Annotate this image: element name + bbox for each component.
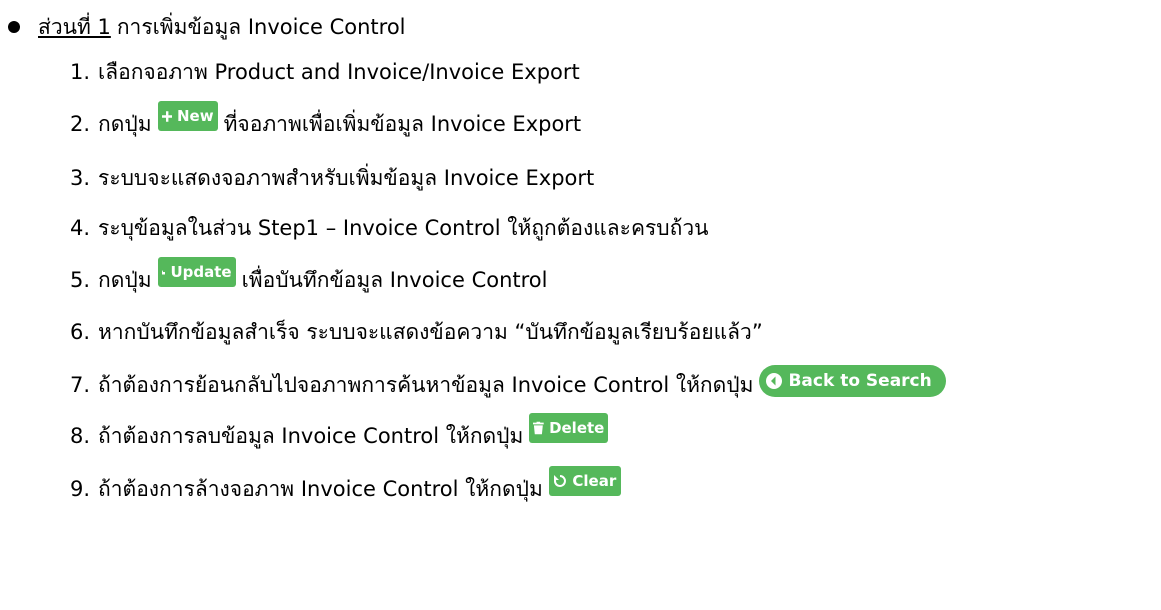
step-text: ถ้าต้องการล้างจอภาพ Invoice Control ให้ก… (98, 477, 543, 501)
step-8: 8. ถ้าต้องการลบข้อมูล Invoice Control ให… (70, 413, 614, 451)
step-text: ระบุข้อมูลในส่วน Step1 – Invoice Control… (98, 216, 709, 240)
delete-button[interactable]: Delete (529, 413, 609, 443)
bullet-icon (8, 21, 20, 33)
step-number: 5. (70, 268, 91, 292)
step-7: 7. ถ้าต้องการย้อนกลับไปจอภาพการค้นหาข้อม… (70, 365, 952, 401)
step-text: เลือกจอภาพ Product and Invoice/Invoice E… (98, 60, 580, 84)
step-number: 6. (70, 320, 91, 344)
clear-button[interactable]: Clear (548, 466, 621, 496)
step-number: 7. (70, 373, 91, 397)
back-to-search-button[interactable]: Back to Search (759, 365, 946, 397)
back-to-search-button-label: Back to Search (788, 371, 932, 391)
step-4: 4. ระบุข้อมูลในส่วน Step1 – Invoice Cont… (70, 213, 708, 243)
delete-button-label: Delete (549, 419, 605, 437)
step-5: 5. กดปุ่ม Update เพื่อบันทึกข้อมูล Invoi… (70, 257, 548, 295)
step-3: 3. ระบบจะแสดงจอภาพสำหรับเพิ่มข้อมูล Invo… (70, 163, 594, 193)
step-number: 8. (70, 424, 91, 448)
step-text: ระบบจะแสดงจอภาพสำหรับเพิ่มข้อมูล Invoice… (98, 166, 595, 190)
new-button[interactable]: New (157, 101, 218, 131)
step-text: หากบันทึกข้อมูลสำเร็จ ระบบจะแสดงข้อความ … (98, 320, 763, 344)
save-icon (161, 270, 166, 274)
circle-left-arrow-icon (766, 373, 783, 389)
step-text-after: เพื่อบันทึกข้อมูล Invoice Control (241, 268, 548, 292)
section-title: การเพิ่มข้อมูล Invoice Control (116, 15, 406, 39)
step-text-after: ที่จอภาพเพื่อเพิ่มข้อมูล Invoice Export (223, 112, 582, 136)
step-6: 6. หากบันทึกข้อมูลสำเร็จ ระบบจะแสดงข้อคว… (70, 317, 763, 347)
step-number: 1. (70, 60, 91, 84)
step-number: 3. (70, 166, 91, 190)
update-button[interactable]: Update (157, 257, 236, 287)
step-number: 9. (70, 477, 91, 501)
step-text: ถ้าต้องการลบข้อมูล Invoice Control ให้กด… (98, 424, 524, 448)
trash-icon (533, 421, 545, 435)
step-9: 9. ถ้าต้องการล้างจอภาพ Invoice Control ใ… (70, 466, 627, 504)
step-text: กดปุ่ม (98, 268, 152, 292)
plus-icon (161, 110, 172, 122)
update-button-label: Update (170, 263, 232, 281)
step-number: 4. (70, 216, 91, 240)
section-header: ส่วนที่ 1 การเพิ่มข้อมูล Invoice Control (8, 12, 406, 42)
clear-button-label: Clear (572, 472, 617, 490)
step-number: 2. (70, 112, 91, 136)
refresh-icon (554, 475, 567, 487)
step-text: กดปุ่ม (98, 112, 152, 136)
step-text: ถ้าต้องการย้อนกลับไปจอภาพการค้นหาข้อมูล … (98, 373, 754, 397)
new-button-label: New (176, 107, 214, 125)
step-1: 1. เลือกจอภาพ Product and Invoice/Invoic… (70, 57, 580, 87)
section-label: ส่วนที่ 1 (38, 15, 111, 39)
step-2: 2. กดปุ่ม New ที่จอภาพเพื่อเพิ่มข้อมูล I… (70, 101, 582, 139)
